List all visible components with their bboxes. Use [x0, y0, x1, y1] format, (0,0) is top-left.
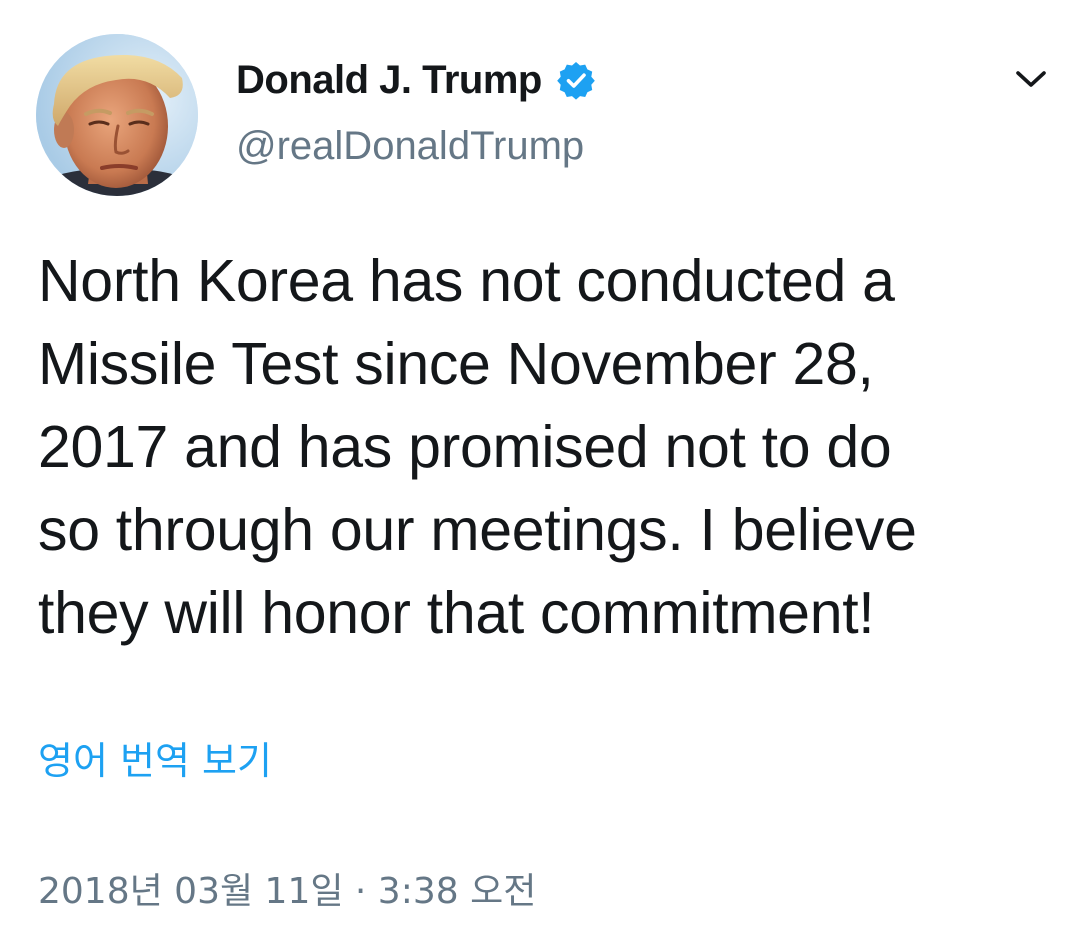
author-handle[interactable]: @realDonaldTrump [236, 124, 584, 169]
tweet-text-line: 2017 and has promised not to do [38, 414, 892, 480]
tweet-text: North Korea has not conducted a Missile … [38, 240, 1058, 655]
avatar-portrait-icon [36, 34, 198, 196]
tweet-text-line: Missile Test since November 28, [38, 331, 874, 397]
chevron-down-icon [1016, 71, 1046, 87]
tweet-card: Donald J. Trump @realDonaldTrump North K… [0, 0, 1080, 938]
tweet-timestamp[interactable]: 2018년 03월 11일 · 3:38 오전 [38, 862, 536, 914]
author-name-row[interactable]: Donald J. Trump [236, 52, 596, 108]
avatar[interactable] [36, 34, 198, 196]
tweet-menu-button[interactable] [1010, 60, 1052, 98]
tweet-text-line: they will honor that commitment! [38, 580, 875, 646]
tweet-text-line: so through our meetings. I believe [38, 497, 917, 563]
author-display-name[interactable]: Donald J. Trump [236, 58, 542, 103]
verified-badge-icon [556, 60, 596, 100]
translate-tweet-link[interactable]: 영어 번역 보기 [38, 730, 272, 785]
tweet-text-line: North Korea has not conducted a [38, 248, 895, 314]
